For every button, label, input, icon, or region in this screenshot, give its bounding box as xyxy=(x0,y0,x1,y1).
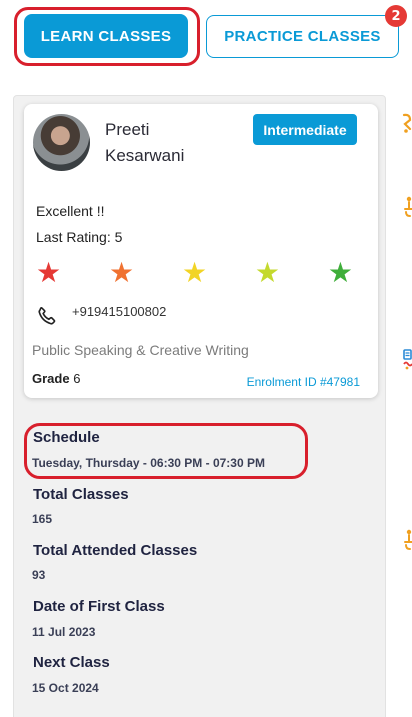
side-action-icon[interactable] xyxy=(401,112,412,134)
teacher-last-name: Kesarwani xyxy=(105,146,185,165)
grade-value: 6 xyxy=(73,371,81,386)
attended-classes-value: 93 xyxy=(32,568,46,582)
star-icon[interactable]: ★ xyxy=(255,257,280,289)
level-badge: Intermediate xyxy=(253,114,357,145)
teacher-name: Preeti Kesarwani xyxy=(105,117,184,169)
course-name: Public Speaking & Creative Writing xyxy=(32,342,249,358)
highlight-ring-schedule xyxy=(24,423,308,479)
teacher-first-name: Preeti xyxy=(105,120,150,139)
first-class-label: Date of First Class xyxy=(33,598,165,615)
phone-icon[interactable] xyxy=(36,305,58,327)
practice-classes-tab[interactable]: PRACTICE CLASSES xyxy=(206,15,399,58)
rating-feedback: Excellent !! xyxy=(36,203,105,219)
practice-classes-label: PRACTICE CLASSES xyxy=(224,28,381,45)
side-action-icon[interactable] xyxy=(401,348,412,370)
star-icon[interactable]: ★ xyxy=(328,257,353,289)
side-action-icon[interactable] xyxy=(401,528,412,550)
practice-notification-badge: 2 xyxy=(385,5,407,27)
enrolment-id: Enrolment ID #47981 xyxy=(246,375,360,389)
star-icon[interactable]: ★ xyxy=(109,257,134,289)
star-rating[interactable]: ★ ★ ★ ★ ★ xyxy=(36,257,353,289)
grade-label: Grade xyxy=(32,371,70,386)
side-action-icon[interactable] xyxy=(401,195,412,217)
highlight-ring-learn-tab xyxy=(14,7,200,66)
total-classes-value: 165 xyxy=(32,512,53,526)
total-classes-label: Total Classes xyxy=(33,486,129,503)
star-icon[interactable]: ★ xyxy=(182,257,207,289)
first-class-value: 11 Jul 2023 xyxy=(32,625,96,639)
teacher-avatar xyxy=(33,114,90,171)
teacher-card: Preeti Kesarwani Intermediate Excellent … xyxy=(24,104,378,398)
star-icon[interactable]: ★ xyxy=(36,257,61,289)
teacher-phone[interactable]: +919415100802 xyxy=(72,304,166,319)
next-class-value: 15 Oct 2024 xyxy=(32,681,99,695)
attended-classes-label: Total Attended Classes xyxy=(33,542,198,559)
last-rating: Last Rating: 5 xyxy=(36,229,123,245)
grade: Grade 6 xyxy=(32,371,80,386)
next-class-label: Next Class xyxy=(33,654,110,671)
